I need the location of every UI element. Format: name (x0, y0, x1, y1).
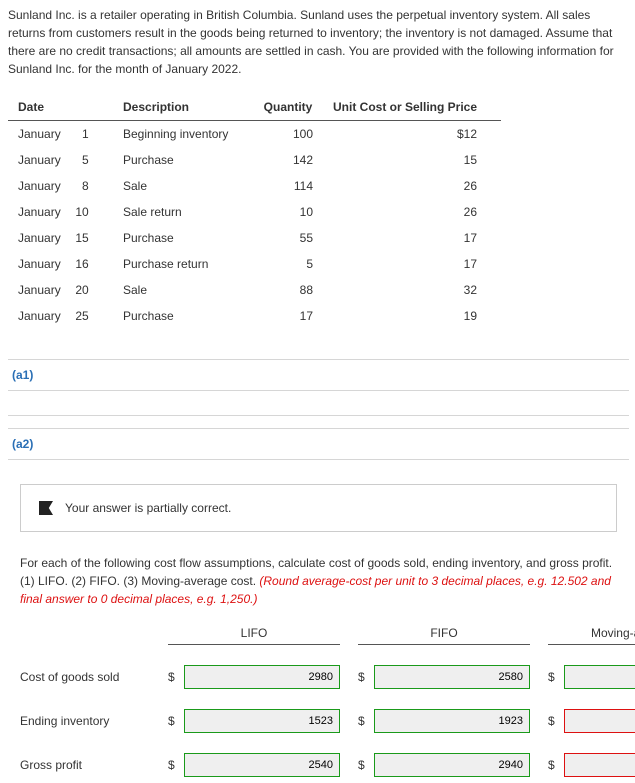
dollar-sign: $ (548, 670, 558, 684)
table-row: January16Purchase return517 (8, 251, 501, 277)
answer-grid: LIFO FIFO Moving-average Cost of goods s… (20, 626, 617, 777)
cell-desc: Purchase (113, 303, 253, 329)
cell-cogs-ma: $ (548, 665, 635, 689)
cell-qty: 100 (253, 121, 323, 148)
label-cogs: Cost of goods sold (20, 670, 150, 684)
input-gp-ma[interactable] (564, 753, 635, 777)
cell-price: $12 (323, 121, 501, 148)
cell-desc: Sale (113, 277, 253, 303)
input-gp-lifo[interactable] (184, 753, 340, 777)
input-gp-fifo[interactable] (374, 753, 530, 777)
cell-desc: Sale return (113, 199, 253, 225)
input-endinv-fifo[interactable] (374, 709, 530, 733)
table-row: January20Sale8832 (8, 277, 501, 303)
cell-qty: 17 (253, 303, 323, 329)
cell-date: January25 (8, 303, 113, 329)
cell-desc: Purchase (113, 225, 253, 251)
dollar-sign: $ (168, 670, 178, 684)
table-row: January15Purchase5517 (8, 225, 501, 251)
section-gap (8, 415, 629, 429)
label-gp: Gross profit (20, 758, 150, 772)
cell-date: January1 (8, 121, 113, 148)
cell-date: January10 (8, 199, 113, 225)
cell-desc: Purchase (113, 147, 253, 173)
table-row: January8Sale11426 (8, 173, 501, 199)
dollar-sign: $ (168, 714, 178, 728)
table-row: January25Purchase1719 (8, 303, 501, 329)
th-price: Unit Cost or Selling Price (323, 94, 501, 121)
cell-endinv-fifo: $ (358, 709, 530, 733)
cell-qty: 142 (253, 147, 323, 173)
cell-price: 17 (323, 251, 501, 277)
input-cogs-ma[interactable] (564, 665, 635, 689)
question-text: For each of the following cost flow assu… (20, 554, 617, 608)
input-endinv-ma[interactable] (564, 709, 635, 733)
cell-qty: 55 (253, 225, 323, 251)
table-row: January1Beginning inventory100$12 (8, 121, 501, 148)
cell-endinv-ma: $ (548, 709, 635, 733)
transactions-table: Date Description Quantity Unit Cost or S… (8, 94, 501, 329)
cell-qty: 114 (253, 173, 323, 199)
cell-date: January5 (8, 147, 113, 173)
cell-desc: Purchase return (113, 251, 253, 277)
input-cogs-fifo[interactable] (374, 665, 530, 689)
th-desc: Description (113, 94, 253, 121)
th-date: Date (8, 94, 113, 121)
cell-cogs-lifo: $ (168, 665, 340, 689)
cell-gp-lifo: $ (168, 753, 340, 777)
cell-date: January20 (8, 277, 113, 303)
head-ma: Moving-average (548, 626, 635, 645)
dollar-sign: $ (358, 670, 368, 684)
cell-date: January16 (8, 251, 113, 277)
table-row: January10Sale return1026 (8, 199, 501, 225)
head-lifo: LIFO (168, 626, 340, 645)
flag-icon (39, 501, 53, 515)
input-cogs-lifo[interactable] (184, 665, 340, 689)
head-fifo: FIFO (358, 626, 530, 645)
cell-qty: 10 (253, 199, 323, 225)
cell-date: January8 (8, 173, 113, 199)
th-qty: Quantity (253, 94, 323, 121)
cell-price: 19 (323, 303, 501, 329)
cell-date: January15 (8, 225, 113, 251)
table-row: January5Purchase14215 (8, 147, 501, 173)
section-a2: (a2) (8, 429, 629, 460)
dollar-sign: $ (358, 714, 368, 728)
dollar-sign: $ (548, 714, 558, 728)
partial-correct-banner: Your answer is partially correct. (20, 484, 617, 532)
dollar-sign: $ (168, 758, 178, 772)
cell-cogs-fifo: $ (358, 665, 530, 689)
cell-gp-ma: $ (548, 753, 635, 777)
cell-price: 32 (323, 277, 501, 303)
cell-price: 26 (323, 199, 501, 225)
cell-desc: Beginning inventory (113, 121, 253, 148)
cell-gp-fifo: $ (358, 753, 530, 777)
cell-price: 15 (323, 147, 501, 173)
partial-correct-text: Your answer is partially correct. (65, 501, 231, 515)
cell-endinv-lifo: $ (168, 709, 340, 733)
dollar-sign: $ (358, 758, 368, 772)
section-a1: (a1) (8, 359, 629, 391)
cell-qty: 88 (253, 277, 323, 303)
label-endinv: Ending inventory (20, 714, 150, 728)
cell-desc: Sale (113, 173, 253, 199)
cell-price: 17 (323, 225, 501, 251)
cell-price: 26 (323, 173, 501, 199)
cell-qty: 5 (253, 251, 323, 277)
intro-text: Sunland Inc. is a retailer operating in … (8, 6, 629, 78)
dollar-sign: $ (548, 758, 558, 772)
input-endinv-lifo[interactable] (184, 709, 340, 733)
